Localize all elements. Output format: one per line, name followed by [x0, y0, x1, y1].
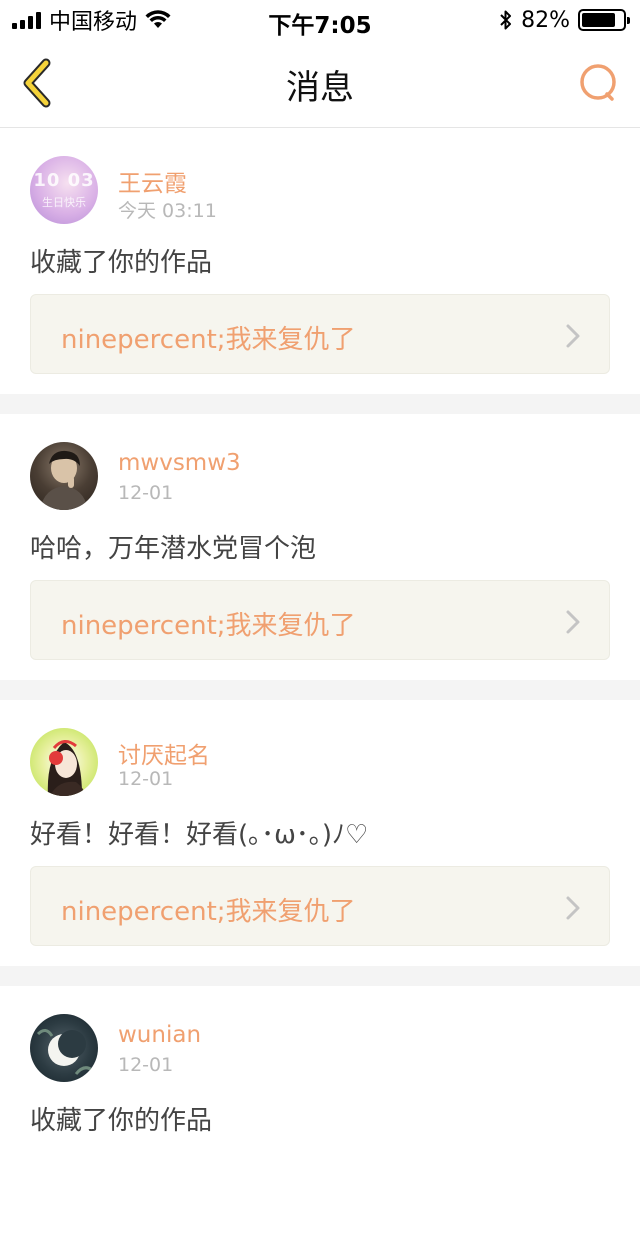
- timestamp: 12-01: [118, 1054, 174, 1076]
- avatar[interactable]: 10 03 生日快乐: [30, 156, 98, 224]
- battery-percent: 82%: [521, 7, 570, 33]
- message-feed: 10 03 生日快乐 王云霞 今天 03:11 收藏了你的作品 nineperc…: [0, 128, 640, 1252]
- work-link[interactable]: ninepercent;我来复仇了: [30, 580, 610, 660]
- username[interactable]: 王云霞: [118, 164, 187, 198]
- work-link[interactable]: ninepercent;我来复仇了: [30, 294, 610, 374]
- username[interactable]: 讨厌起名: [118, 736, 210, 770]
- status-bar: 中国移动 下午7:05 82%: [0, 0, 640, 40]
- work-title: ninepercent;我来复仇了: [61, 325, 356, 355]
- status-right: 82%: [499, 6, 630, 34]
- search-button[interactable]: [574, 58, 626, 110]
- battery-level: [582, 13, 615, 27]
- message-card: mwvsmw3 12-01 哈哈，万年潜水党冒个泡 ninepercent;我来…: [0, 414, 640, 680]
- work-title: ninepercent;我来复仇了: [61, 897, 356, 927]
- timestamp: 今天 03:11: [118, 200, 217, 222]
- search-icon: [580, 64, 616, 101]
- bluetooth-icon: [500, 10, 512, 30]
- section-divider: [0, 394, 640, 414]
- moon-illustration: [36, 1029, 93, 1075]
- section-divider: [0, 966, 640, 986]
- message-card: wunian 12-01 收藏了你的作品: [0, 986, 640, 1252]
- avatar[interactable]: [30, 442, 98, 510]
- chevron-right-icon: [566, 610, 580, 634]
- chevron-right-icon: [566, 896, 580, 920]
- avatar[interactable]: [30, 728, 98, 796]
- message-text: 哈哈，万年潜水党冒个泡: [30, 534, 317, 564]
- chevron-right-icon: [566, 324, 580, 348]
- work-title: ninepercent;我来复仇了: [61, 611, 356, 641]
- message-text: 收藏了你的作品: [30, 248, 213, 278]
- message-card: 10 03 生日快乐 王云霞 今天 03:11 收藏了你的作品 nineperc…: [0, 128, 640, 394]
- username[interactable]: mwvsmw3: [118, 450, 241, 476]
- message-text: 收藏了你的作品: [30, 1106, 213, 1136]
- username[interactable]: wunian: [118, 1022, 201, 1048]
- avatar-caption: 10 03: [33, 170, 95, 191]
- message-text: 好看！好看！好看(｡･ω･｡)ﾉ♡: [30, 820, 369, 850]
- person-silhouette: [40, 450, 88, 510]
- timestamp: 12-01: [118, 768, 174, 790]
- message-card: 讨厌起名 12-01 好看！好看！好看(｡･ω･｡)ﾉ♡ ninepercent…: [0, 700, 640, 966]
- battery-icon: [578, 9, 630, 31]
- avatar[interactable]: [30, 1014, 98, 1082]
- timestamp: 12-01: [118, 482, 174, 504]
- nav-bar: 消息: [0, 40, 640, 128]
- avatar-caption-small: 生日快乐: [42, 196, 86, 209]
- work-link[interactable]: ninepercent;我来复仇了: [30, 866, 610, 946]
- section-divider: [0, 680, 640, 700]
- girl-headphones-illustration: [47, 740, 86, 796]
- page-title: 消息: [286, 68, 354, 108]
